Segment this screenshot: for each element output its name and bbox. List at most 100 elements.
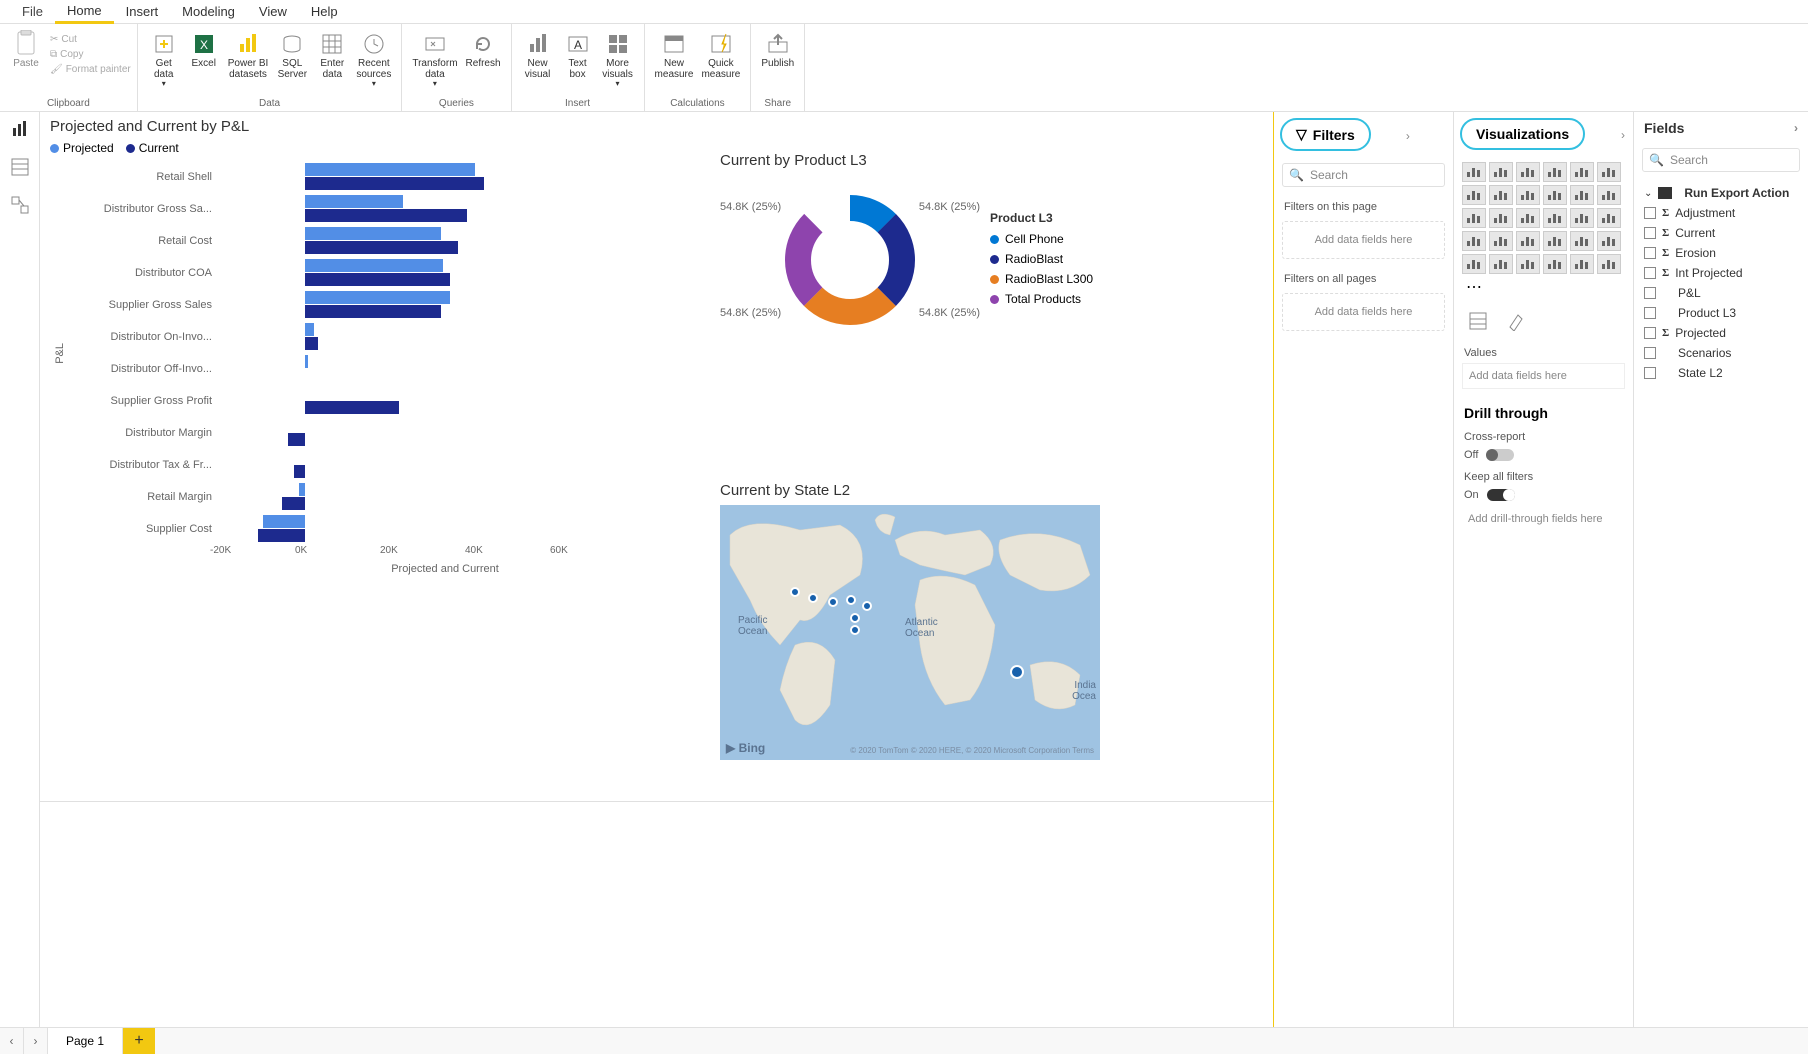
viz-type-tile[interactable]: [1597, 254, 1621, 274]
bar-chart-visual[interactable]: Projected and Current by P&L Projected C…: [50, 118, 690, 888]
viz-type-tile[interactable]: [1489, 231, 1513, 251]
menu-help[interactable]: Help: [299, 1, 350, 22]
field-checkbox[interactable]: [1644, 327, 1656, 339]
report-canvas[interactable]: Projected and Current by P&L Projected C…: [40, 112, 1273, 1027]
pbi-datasets-button[interactable]: Power BI datasets: [224, 28, 273, 82]
bar-segment[interactable]: [305, 259, 443, 272]
viz-type-tile[interactable]: [1516, 231, 1540, 251]
get-data-button[interactable]: Get data▾: [144, 28, 184, 91]
filters-collapse-icon[interactable]: ›: [1406, 129, 1410, 143]
viz-type-tile[interactable]: [1516, 208, 1540, 228]
bar-segment[interactable]: [305, 241, 458, 254]
bar-segment[interactable]: [299, 483, 305, 496]
format-tab-icon[interactable]: [1504, 309, 1528, 333]
viz-more-tile[interactable]: ⋯: [1462, 277, 1486, 297]
viz-type-tile[interactable]: [1570, 162, 1594, 182]
menu-modeling[interactable]: Modeling: [170, 1, 247, 22]
new-measure-button[interactable]: New measure: [651, 28, 698, 82]
menu-insert[interactable]: Insert: [114, 1, 171, 22]
viz-type-tile[interactable]: [1597, 208, 1621, 228]
field-item[interactable]: ΣCurrent: [1634, 223, 1808, 243]
field-item[interactable]: ΣProjected: [1634, 323, 1808, 343]
viz-type-tile[interactable]: [1516, 162, 1540, 182]
bar-segment[interactable]: [305, 355, 308, 368]
model-view-icon[interactable]: [9, 194, 31, 216]
viz-type-tile[interactable]: [1543, 254, 1567, 274]
field-item[interactable]: State L2: [1634, 363, 1808, 383]
field-checkbox[interactable]: [1644, 267, 1656, 279]
cross-report-toggle[interactable]: [1486, 449, 1514, 461]
bar-segment[interactable]: [305, 337, 318, 350]
enter-data-button[interactable]: Enter data: [312, 28, 352, 82]
page-next-button[interactable]: ›: [24, 1028, 48, 1054]
new-visual-button[interactable]: New visual: [518, 28, 558, 82]
viz-type-tile[interactable]: [1489, 208, 1513, 228]
field-item[interactable]: Scenarios: [1634, 343, 1808, 363]
filters-allpages-dropzone[interactable]: Add data fields here: [1282, 293, 1445, 331]
viz-type-tile[interactable]: [1597, 231, 1621, 251]
field-item[interactable]: ΣAdjustment: [1634, 203, 1808, 223]
viz-type-tile[interactable]: [1543, 208, 1567, 228]
fields-search[interactable]: 🔍 Search: [1642, 148, 1800, 172]
bar-segment[interactable]: [305, 273, 450, 286]
keep-all-toggle[interactable]: [1487, 489, 1515, 501]
field-checkbox[interactable]: [1644, 227, 1656, 239]
viz-type-tile[interactable]: [1543, 162, 1567, 182]
bar-segment[interactable]: [305, 177, 484, 190]
add-page-button[interactable]: +: [123, 1028, 155, 1054]
recent-sources-button[interactable]: Recent sources▾: [352, 28, 395, 91]
viz-type-tile[interactable]: [1489, 254, 1513, 274]
publish-button[interactable]: Publish: [757, 28, 798, 71]
field-item[interactable]: ΣErosion: [1634, 243, 1808, 263]
field-checkbox[interactable]: [1644, 247, 1656, 259]
donut-chart-visual[interactable]: Current by Product L3 54.8K (25%) 54.8K …: [720, 152, 1260, 432]
viz-type-tile[interactable]: [1597, 185, 1621, 205]
paste-icon[interactable]: [10, 30, 42, 58]
fields-collapse-icon[interactable]: ›: [1794, 121, 1798, 135]
transform-data-button[interactable]: Transform data▾: [408, 28, 461, 91]
visualizations-header[interactable]: Visualizations: [1460, 118, 1585, 150]
filters-search[interactable]: 🔍 Search: [1282, 163, 1445, 187]
field-checkbox[interactable]: [1644, 367, 1656, 379]
map-container[interactable]: Pacific Ocean Atlantic Ocean India Ocea …: [720, 505, 1100, 760]
viz-type-tile[interactable]: [1570, 208, 1594, 228]
bar-segment[interactable]: [282, 497, 305, 510]
viz-type-tile[interactable]: [1570, 185, 1594, 205]
bar-segment[interactable]: [305, 195, 403, 208]
field-checkbox[interactable]: [1644, 207, 1656, 219]
bar-segment[interactable]: [258, 529, 305, 542]
viz-type-tile[interactable]: [1570, 231, 1594, 251]
bar-segment[interactable]: [305, 401, 399, 414]
bar-segment[interactable]: [288, 433, 305, 446]
viz-type-tile[interactable]: [1489, 162, 1513, 182]
menu-file[interactable]: File: [10, 1, 55, 22]
viz-type-tile[interactable]: [1570, 254, 1594, 274]
fields-table-row[interactable]: ⌄ Run Export Action: [1634, 176, 1808, 203]
values-dropzone[interactable]: Add data fields here: [1462, 363, 1625, 389]
quick-measure-button[interactable]: Quick measure: [697, 28, 744, 82]
map-visual[interactable]: Current by State L2: [720, 482, 1120, 782]
viz-type-tile[interactable]: [1543, 185, 1567, 205]
field-item[interactable]: P&L: [1634, 283, 1808, 303]
field-checkbox[interactable]: [1644, 347, 1656, 359]
viz-type-tile[interactable]: [1516, 185, 1540, 205]
viz-type-tile[interactable]: [1462, 208, 1486, 228]
viz-type-tile[interactable]: [1489, 185, 1513, 205]
viz-type-tile[interactable]: [1597, 162, 1621, 182]
page-tab-1[interactable]: Page 1: [48, 1028, 123, 1054]
menu-home[interactable]: Home: [55, 0, 114, 24]
page-prev-button[interactable]: ‹: [0, 1028, 24, 1054]
viz-type-tile[interactable]: [1543, 231, 1567, 251]
sql-server-button[interactable]: SQL Server: [272, 28, 312, 82]
field-item[interactable]: Product L3: [1634, 303, 1808, 323]
bar-segment[interactable]: [305, 209, 467, 222]
field-checkbox[interactable]: [1644, 287, 1656, 299]
menu-view[interactable]: View: [247, 1, 299, 22]
filters-page-dropzone[interactable]: Add data fields here: [1282, 221, 1445, 259]
text-box-button[interactable]: AText box: [558, 28, 598, 82]
viz-type-tile[interactable]: [1462, 254, 1486, 274]
bar-segment[interactable]: [305, 163, 475, 176]
viz-type-tile[interactable]: [1516, 254, 1540, 274]
refresh-button[interactable]: Refresh: [462, 28, 505, 71]
bar-segment[interactable]: [305, 227, 441, 240]
